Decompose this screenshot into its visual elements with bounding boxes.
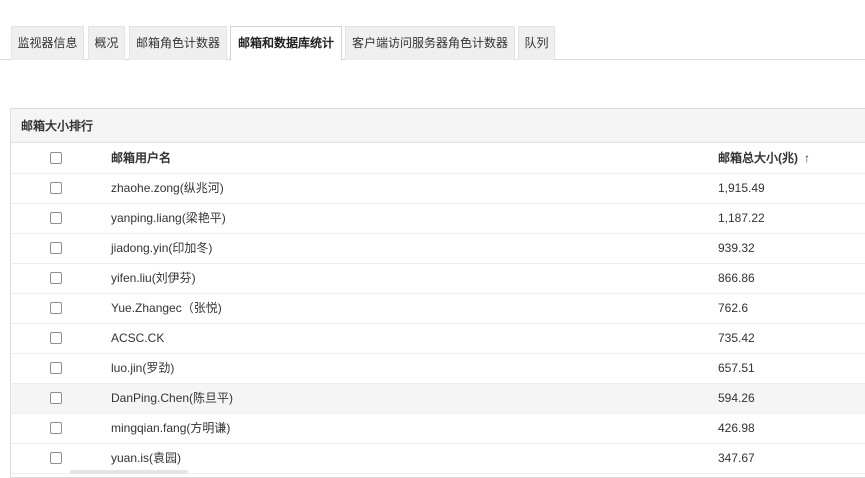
tab-mailbox-database-stats[interactable]: 邮箱和数据库统计 <box>230 26 342 61</box>
username-cell: Yue.Zhangec（张悦) <box>111 301 222 315</box>
username-cell: mingqian.fang(方明谦) <box>111 421 231 435</box>
row-checkbox[interactable] <box>50 272 62 284</box>
table-row[interactable]: luo.jin(罗劲) 657.51 <box>11 354 865 384</box>
column-header-size[interactable]: 邮箱总大小(兆) ↑ <box>718 143 810 173</box>
table-row[interactable]: yifen.liu(刘伊芬) 866.86 <box>11 264 865 294</box>
size-cell: 939.32 <box>718 241 755 255</box>
size-cell: 866.86 <box>718 271 755 285</box>
sort-ascending-icon[interactable]: ↑ <box>804 143 810 173</box>
row-checkbox[interactable] <box>50 452 62 464</box>
horizontal-scrollbar[interactable] <box>70 470 188 474</box>
username-cell: yuan.is(袁园) <box>111 451 182 465</box>
row-checkbox[interactable] <box>50 392 62 404</box>
size-cell: 594.26 <box>718 391 755 405</box>
username-cell: DanPing.Chen(陈旦平) <box>111 391 234 405</box>
panel-title: 邮箱大小排行 <box>11 109 865 143</box>
row-checkbox[interactable] <box>50 212 62 224</box>
row-checkbox[interactable] <box>50 302 62 314</box>
row-checkbox[interactable] <box>50 422 62 434</box>
select-all-checkbox[interactable] <box>50 152 62 164</box>
table-row[interactable]: zhaohe.zong(纵兆河) 1,915.49 <box>11 174 865 204</box>
username-cell: jiadong.yin(印加冬) <box>111 241 213 255</box>
tab-queue[interactable]: 队列 <box>518 26 555 60</box>
size-cell: 1,915.49 <box>718 181 765 195</box>
size-cell: 762.6 <box>718 301 749 315</box>
table-header-row: 邮箱用户名 邮箱总大小(兆) ↑ <box>11 143 865 174</box>
size-cell: 347.67 <box>718 451 755 465</box>
tab-bar: 监视器信息 概况 邮箱角色计数器 邮箱和数据库统计 客户端访问服务器角色计数器 … <box>0 0 865 61</box>
column-header-username[interactable]: 邮箱用户名 <box>111 143 171 173</box>
tab-mailbox-role-counters[interactable]: 邮箱角色计数器 <box>129 26 227 60</box>
size-cell: 426.98 <box>718 421 755 435</box>
table-row[interactable]: Yue.Zhangec（张悦) 762.6 <box>11 294 865 324</box>
tab-monitor-info[interactable]: 监视器信息 <box>11 26 84 60</box>
size-cell: 657.51 <box>718 361 755 375</box>
username-cell: luo.jin(罗劲) <box>111 361 175 375</box>
row-checkbox[interactable] <box>50 182 62 194</box>
username-cell: zhaohe.zong(纵兆河) <box>111 181 224 195</box>
username-cell: ACSC.CK <box>111 331 165 345</box>
table-row[interactable]: DanPing.Chen(陈旦平) 594.26 <box>11 384 865 414</box>
tab-cas-role-counters[interactable]: 客户端访问服务器角色计数器 <box>345 26 515 60</box>
table-row[interactable]: ACSC.CK 735.42 <box>11 324 865 354</box>
tab-overview[interactable]: 概况 <box>88 26 125 60</box>
username-cell: yanping.liang(梁艳平) <box>111 211 226 225</box>
row-checkbox[interactable] <box>50 362 62 374</box>
username-cell: yifen.liu(刘伊芬) <box>111 271 196 285</box>
table-row[interactable]: mingqian.fang(方明谦) 426.98 <box>11 414 865 444</box>
size-cell: 1,187.22 <box>718 211 765 225</box>
size-cell: 735.42 <box>718 331 755 345</box>
table-row[interactable]: yanping.liang(梁艳平) 1,187.22 <box>11 204 865 234</box>
row-checkbox[interactable] <box>50 332 62 344</box>
mailbox-size-ranking-panel: 邮箱大小排行 邮箱用户名 邮箱总大小(兆) ↑ zhaohe.zong(纵兆河) … <box>10 108 865 478</box>
column-header-size-label: 邮箱总大小(兆) <box>718 151 798 165</box>
table-row[interactable]: jiadong.yin(印加冬) 939.32 <box>11 234 865 264</box>
row-checkbox[interactable] <box>50 242 62 254</box>
